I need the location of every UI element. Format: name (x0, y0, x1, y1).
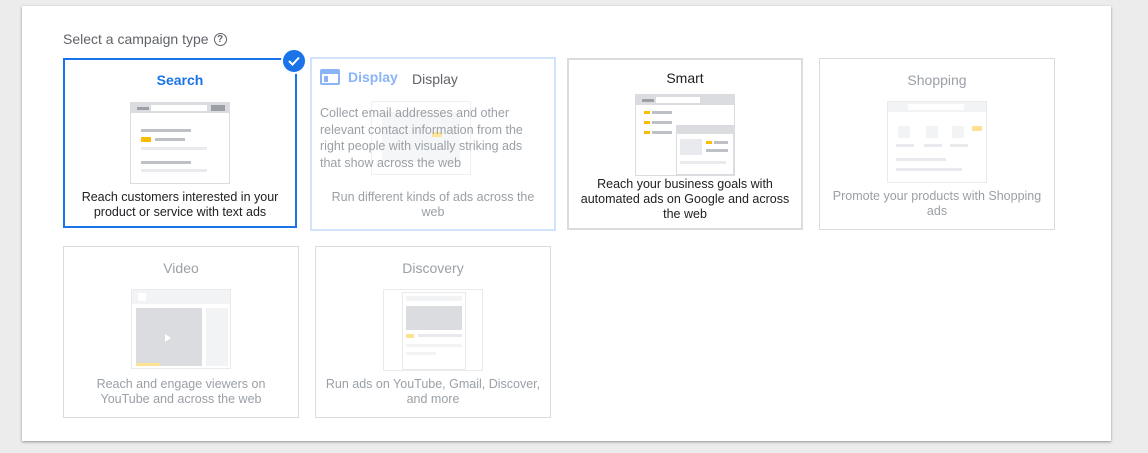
card-desc-shopping: Promote your products with Shopping ads (832, 189, 1042, 218)
card-title-display: Display (412, 71, 458, 87)
card-title-shopping: Shopping (907, 72, 967, 88)
card-desc-smart: Reach your business goals with automated… (580, 177, 790, 221)
checkmark-icon (281, 48, 307, 74)
campaign-type-heading: Select a campaign type ? (63, 31, 227, 47)
discovery-thumbnail (383, 289, 483, 371)
campaign-card-discovery[interactable]: Discovery Run ads on YouTube, Gmail, Dis… (315, 246, 551, 418)
campaign-card-search[interactable]: Search Reach customers interested in you… (63, 48, 307, 228)
video-thumbnail (131, 289, 231, 369)
card-title-video: Video (163, 260, 199, 276)
card-desc-discovery: Run ads on YouTube, Gmail, Discover, and… (325, 377, 541, 406)
campaign-card-video[interactable]: Video Reach and engage viewers on YouTub… (63, 246, 299, 418)
card-desc-display: Run different kinds of ads across the we… (331, 190, 535, 219)
campaign-card-display[interactable]: Display Display Collect email addresses … (310, 57, 556, 231)
play-icon (165, 334, 171, 342)
search-thumbnail (130, 102, 230, 184)
help-circle-icon[interactable]: ? (213, 32, 227, 46)
heading-label: Select a campaign type (63, 31, 209, 47)
card-title-discovery: Discovery (402, 260, 464, 276)
campaign-card-smart[interactable]: Smart Reach your business goals with aut… (567, 58, 803, 230)
campaign-card-shopping[interactable]: Shopping Promote your products with Shop… (819, 58, 1055, 230)
display-icon (320, 69, 340, 85)
card-title-smart: Smart (666, 70, 704, 86)
card-desc-search: Reach customers interested in your produ… (81, 190, 279, 219)
shopping-thumbnail (887, 101, 987, 183)
card-desc-video: Reach and engage viewers on YouTube and … (96, 377, 266, 406)
display-hover-text: Collect email addresses and other releva… (320, 106, 523, 170)
smart-thumbnail (635, 94, 735, 176)
display-hover-title: Display (348, 69, 398, 85)
card-title-search: Search (156, 72, 204, 88)
